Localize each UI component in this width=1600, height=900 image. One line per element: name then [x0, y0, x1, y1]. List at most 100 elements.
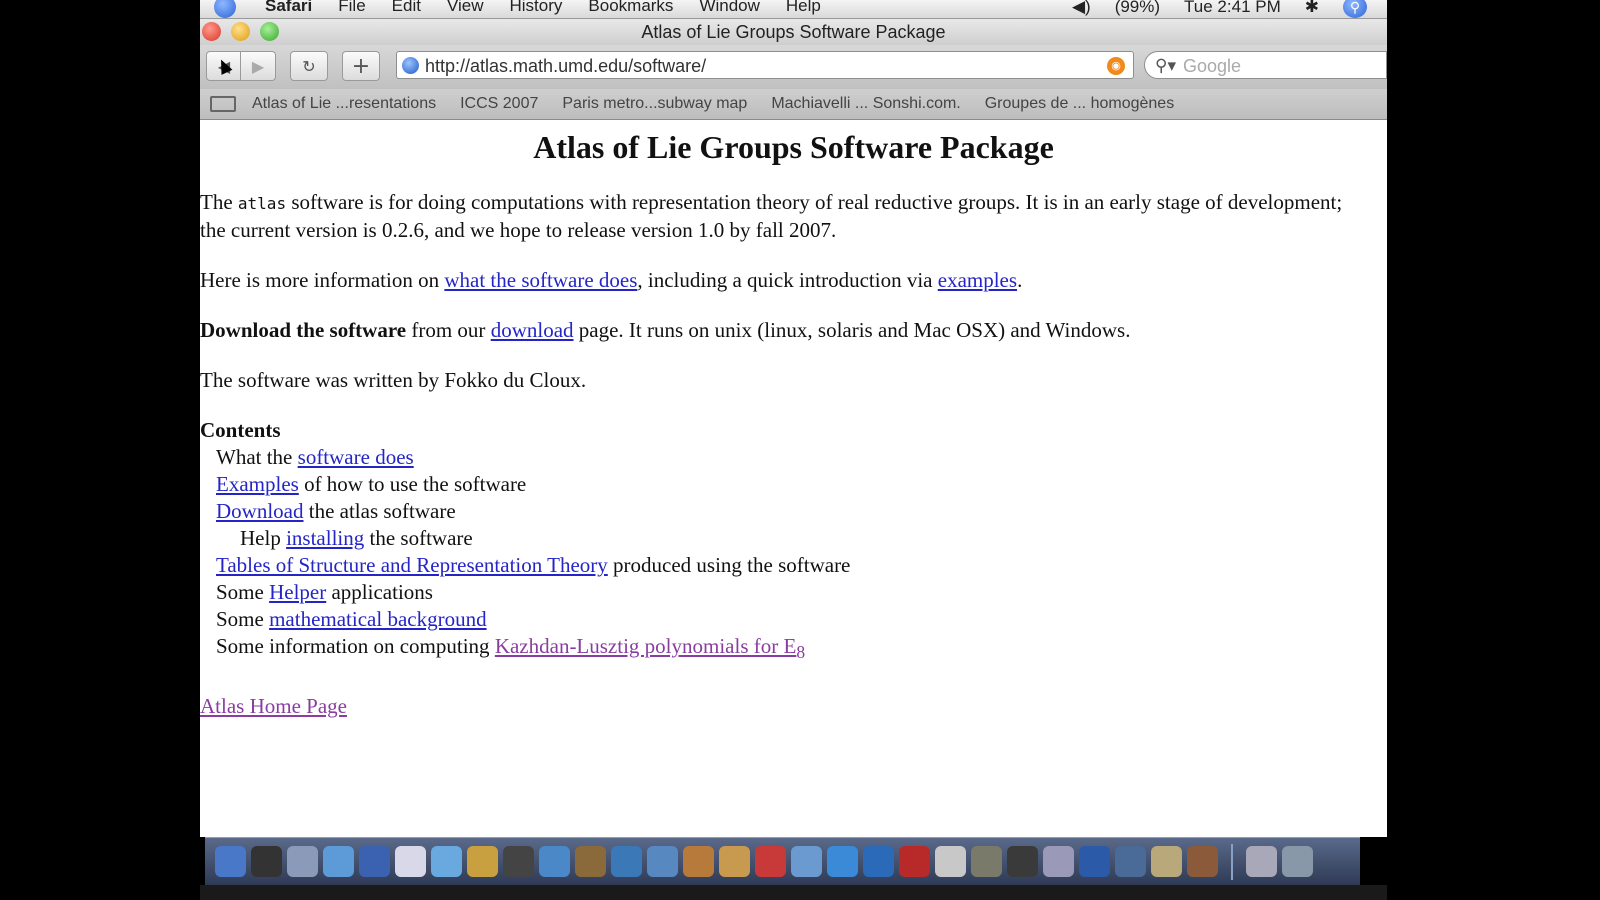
battery-status[interactable]: (99%): [1115, 0, 1160, 17]
download-contents-link[interactable]: Download: [216, 499, 304, 523]
reload-button[interactable]: ↻: [290, 51, 328, 81]
text: Some information on computing: [216, 634, 495, 658]
kl-link-text: Kazhdan-Lusztig polynomials for E: [494, 634, 797, 658]
screen: Safari File Edit View History Bookmarks …: [200, 0, 1387, 900]
menu-file[interactable]: File: [338, 0, 365, 16]
text: Help: [240, 526, 287, 550]
examples-link[interactable]: examples: [938, 268, 1017, 292]
page-title: Atlas of Lie Groups Software Package: [533, 129, 1054, 165]
search-icon: ⚲▾: [1155, 56, 1176, 75]
search-input[interactable]: ⚲▾ Google: [1144, 51, 1387, 79]
garageband-icon[interactable]: [683, 846, 714, 877]
itunes-icon[interactable]: [539, 846, 570, 877]
clock[interactable]: Tue 2:41 PM: [1184, 0, 1281, 17]
examples-contents-link[interactable]: Examples: [216, 472, 299, 496]
downloads-icon[interactable]: [1246, 846, 1277, 877]
trash-icon[interactable]: [1282, 846, 1313, 877]
tables-link[interactable]: Tables of Structure and Representation T…: [216, 553, 608, 577]
network-icon[interactable]: [863, 846, 894, 877]
forward-button[interactable]: ▶: [240, 51, 276, 81]
text: , including a quick introduction via: [637, 268, 938, 292]
list-item: Help installing the software: [216, 525, 1387, 552]
rss-icon[interactable]: ◉: [1107, 57, 1125, 75]
bookmark-item[interactable]: Groupes de ... homogènes: [985, 95, 1174, 113]
list-item: What the software does: [216, 444, 1387, 471]
acrobat-icon[interactable]: [899, 846, 930, 877]
ical-icon[interactable]: [755, 846, 786, 877]
tool-icon[interactable]: [1115, 846, 1146, 877]
word-icon[interactable]: [1079, 846, 1110, 877]
quicktime-icon[interactable]: [827, 846, 858, 877]
list-item: Tables of Structure and Representation T…: [216, 552, 1387, 579]
mathematica-icon[interactable]: [359, 846, 390, 877]
kl-polynomials-link[interactable]: Kazhdan-Lusztig polynomials for E8: [494, 634, 805, 662]
misc-app-icon[interactable]: [1187, 846, 1218, 877]
browser-window: Atlas of Lie Groups Software Package ◀ ▶…: [200, 19, 1387, 837]
home-link-row: Atlas Home Page: [200, 693, 1387, 720]
contents-list: What the software does Examples of how t…: [216, 444, 1387, 666]
utility-icon[interactable]: [971, 846, 1002, 877]
text: Some: [216, 607, 270, 631]
textedit-icon[interactable]: [719, 846, 750, 877]
address-book-icon[interactable]: [467, 846, 498, 877]
close-window-button[interactable]: [202, 22, 221, 41]
mail-icon[interactable]: [287, 846, 318, 877]
installing-link[interactable]: installing: [286, 526, 364, 550]
text: the software: [364, 526, 473, 550]
finder-icon[interactable]: [215, 846, 246, 877]
download-link[interactable]: download: [491, 318, 574, 342]
menu-help[interactable]: Help: [786, 0, 821, 16]
iphoto-icon[interactable]: [575, 846, 606, 877]
menu-app-name[interactable]: Safari: [265, 0, 312, 16]
text: applications: [326, 580, 433, 604]
text: Some: [216, 580, 270, 604]
bookmark-item[interactable]: ICCS 2007: [460, 95, 538, 113]
zoom-window-button[interactable]: [260, 22, 279, 41]
titlebar: Atlas of Lie Groups Software Package: [200, 19, 1387, 45]
minimize-window-button[interactable]: [231, 22, 250, 41]
bluetooth-icon[interactable]: ✱: [1305, 0, 1319, 17]
preferences-icon[interactable]: [935, 846, 966, 877]
list-item: Some Helper applications: [216, 579, 1387, 606]
spotlight-icon[interactable]: ⚲: [1343, 0, 1367, 18]
volume-icon[interactable]: ◀): [1072, 0, 1091, 17]
bookmark-item[interactable]: Atlas of Lie ...resentations: [252, 95, 436, 113]
menu-edit[interactable]: Edit: [392, 0, 421, 16]
dashboard-icon[interactable]: [251, 846, 282, 877]
menu-bookmarks[interactable]: Bookmarks: [588, 0, 673, 16]
bookmark-item[interactable]: Paris metro...subway map: [562, 95, 747, 113]
text: software is for doing computations with …: [200, 190, 1343, 242]
menu-window[interactable]: Window: [699, 0, 759, 16]
sync-icon[interactable]: [791, 846, 822, 877]
chat-icon[interactable]: [431, 846, 462, 877]
software-does-link[interactable]: software does: [298, 445, 414, 469]
application-icon[interactable]: [1043, 846, 1074, 877]
dock: [205, 837, 1360, 885]
apple-menu-icon[interactable]: [214, 0, 236, 18]
page-content: Atlas of Lie Groups Software Package The…: [200, 129, 1387, 720]
imovie-icon[interactable]: [611, 846, 642, 877]
menu-view[interactable]: View: [447, 0, 484, 16]
bookmarks-book-icon[interactable]: [210, 96, 236, 112]
helper-link[interactable]: Helper: [269, 580, 326, 604]
text: .: [1017, 268, 1023, 292]
what-software-does-link[interactable]: what the software does: [444, 268, 637, 292]
idvd-icon[interactable]: [647, 846, 678, 877]
terminal-icon[interactable]: [1007, 846, 1038, 877]
math-background-link[interactable]: mathematical background: [269, 607, 487, 631]
printer-icon[interactable]: [1151, 846, 1182, 877]
preview-icon[interactable]: [503, 846, 534, 877]
menubar: Safari File Edit View History Bookmarks …: [200, 0, 1387, 19]
search-placeholder: Google: [1183, 56, 1242, 76]
menu-history[interactable]: History: [510, 0, 563, 16]
safari-icon[interactable]: [323, 846, 354, 877]
text: page. It runs on unix (linux, solaris an…: [573, 318, 1131, 342]
address-bar[interactable]: http://atlas.math.umd.edu/software/ ◉: [396, 51, 1134, 79]
list-item: Examples of how to use the software: [216, 471, 1387, 498]
menu-list: Safari File Edit View History Bookmarks …: [265, 0, 821, 16]
add-bookmark-button[interactable]: +: [342, 51, 380, 81]
bookmark-item[interactable]: Machiavelli ... Sonshi.com.: [771, 95, 960, 113]
ichat-icon[interactable]: [395, 846, 426, 877]
kl-subscript: 8: [796, 642, 806, 663]
atlas-home-link[interactable]: Atlas Home Page: [200, 694, 347, 718]
